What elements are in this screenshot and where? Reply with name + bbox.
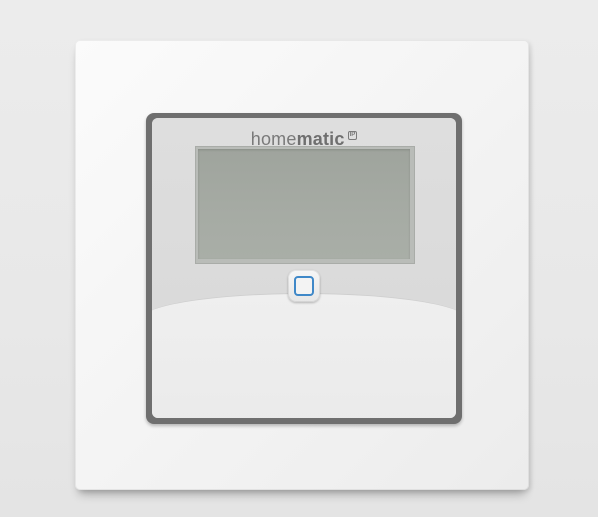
lcd-display [198,149,410,259]
thermostat-device: home matic IP [152,118,456,418]
rounded-square-icon [294,276,314,296]
device-lower-panel [152,293,456,418]
system-button[interactable] [288,270,320,302]
ip-badge: IP [347,130,358,140]
